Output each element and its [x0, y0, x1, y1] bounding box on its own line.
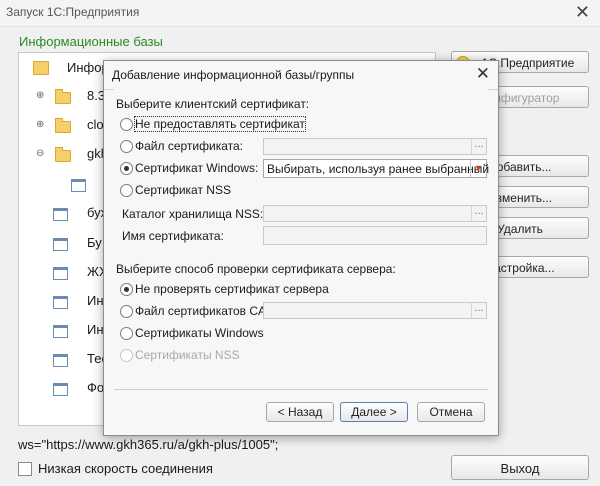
low-speed-label: Низкая скорость соединения [38, 461, 213, 476]
add-infobase-dialog: Добавление информационной базы/группы ✕ … [103, 60, 499, 436]
tree-item-label: Ин [87, 322, 104, 337]
collapse-minus-icon[interactable]: ⊖ [36, 139, 44, 169]
exit-button[interactable]: Выход [451, 455, 589, 480]
infobase-icon [53, 325, 68, 338]
browse-button[interactable]: ... [471, 206, 486, 221]
infobase-icon [53, 354, 68, 367]
windows-cert-radio[interactable] [120, 162, 133, 175]
cert-name-label: Имя сертификата: [122, 229, 224, 243]
dialog-close-icon[interactable]: ✕ [476, 64, 490, 84]
infobase-icon [53, 238, 68, 251]
folder-icon [55, 89, 71, 104]
cert-file-label[interactable]: Файл сертификата: [135, 139, 243, 153]
dropdown-arrow-icon[interactable]: ▼ [470, 160, 486, 177]
next-button[interactable]: Далее > [340, 402, 408, 422]
back-button[interactable]: < Назад [266, 402, 334, 422]
ca-file-label[interactable]: Файл сертификатов CA: [135, 304, 269, 318]
infobase-icon [71, 179, 86, 192]
window-titlebar: Запуск 1С:Предприятия ✕ [0, 0, 600, 27]
windows-cert-value: Выбирать, используя ранее выбранный [267, 162, 490, 176]
windows-certs-radio[interactable] [120, 327, 133, 340]
client-cert-header: Выберите клиентский сертификат: [116, 97, 310, 111]
dialog-divider [114, 389, 488, 390]
infobase-icon [53, 208, 68, 221]
cert-file-radio[interactable] [120, 140, 133, 153]
nss-certs-radio [120, 349, 133, 362]
nss-cert-label[interactable]: Сертификат NSS [135, 183, 231, 197]
no-cert-radio[interactable] [120, 118, 133, 131]
expand-plus-icon[interactable]: ⊕ [36, 110, 44, 140]
folder-icon [55, 118, 71, 133]
tree-item-label: Ин [87, 293, 104, 308]
infobases-label: Информационные базы [19, 34, 163, 49]
cancel-button[interactable]: Отмена [417, 402, 485, 422]
infobase-icon [53, 267, 68, 280]
windows-cert-label[interactable]: Сертификат Windows: [135, 161, 258, 175]
window-title: Запуск 1С:Предприятия [6, 5, 140, 19]
dialog-titlebar: Добавление информационной базы/группы ✕ [104, 61, 498, 90]
cert-name-input[interactable] [263, 226, 487, 245]
tree-item-label: Фо [87, 380, 105, 395]
nss-catalog-input[interactable]: ... [263, 205, 487, 222]
infobase-icon [53, 296, 68, 309]
tree-item-label: clo [87, 117, 104, 132]
cert-file-input[interactable]: ... [263, 138, 487, 155]
no-cert-label[interactable]: Не предоставлять сертификат [134, 116, 306, 132]
infobase-icon [53, 383, 68, 396]
folder-icon [55, 147, 71, 162]
browse-button[interactable]: ... [471, 303, 486, 318]
nss-certs-label: Сертификаты NSS [135, 348, 240, 362]
folder-open-icon [33, 61, 49, 75]
no-server-check-radio[interactable] [120, 283, 133, 296]
ca-file-input[interactable]: ... [263, 302, 487, 319]
windows-cert-select[interactable]: Выбирать, используя ранее выбранный ▼ [263, 159, 490, 178]
dialog-title: Добавление информационной базы/группы [112, 68, 355, 82]
low-speed-checkbox[interactable] [18, 462, 32, 476]
dialog-body: Выберите клиентский сертификат: Не предо… [114, 89, 490, 431]
connection-string: ws="https://www.gkh365.ru/a/gkh-plus/100… [18, 437, 279, 452]
browse-button[interactable]: ... [471, 139, 486, 154]
close-icon[interactable]: ✕ [575, 2, 590, 23]
expand-plus-icon[interactable]: ⊕ [36, 81, 44, 111]
tree-item-label: Бу [87, 235, 102, 250]
no-server-check-label[interactable]: Не проверять сертификат сервера [135, 282, 329, 296]
nss-catalog-label: Каталог хранилища NSS: [122, 207, 264, 221]
ca-file-radio[interactable] [120, 305, 133, 318]
server-check-header: Выберите способ проверки сертификата сер… [116, 262, 396, 276]
nss-cert-radio[interactable] [120, 184, 133, 197]
windows-certs-label[interactable]: Сертификаты Windows [135, 326, 264, 340]
